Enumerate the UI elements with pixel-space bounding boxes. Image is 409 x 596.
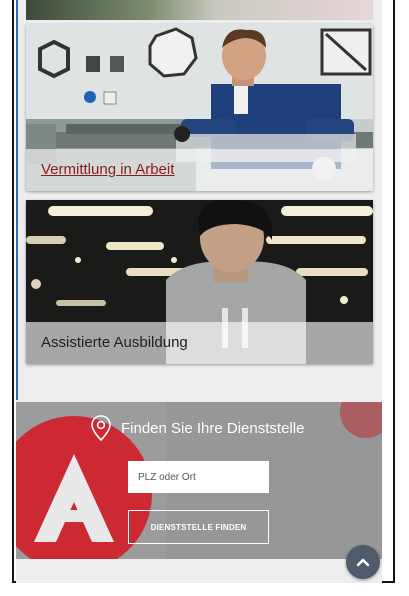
plz-input[interactable] (128, 461, 269, 493)
dienststelle-finder: Finden Sie Ihre Dienststelle DIENSTSTELL… (16, 402, 382, 559)
accent-line (16, 0, 18, 400)
previous-card-image (26, 0, 373, 20)
card-title: Assistierte Ausbildung (41, 334, 188, 351)
card-title-link[interactable]: Vermittlung in Arbeit (41, 161, 174, 178)
finder-title: Finden Sie Ihre Dienststelle (121, 419, 305, 437)
card-assistierte-ausbildung[interactable]: Assistierte Ausbildung (26, 200, 373, 364)
map-pin-icon (91, 415, 111, 441)
card-vermittlung-in-arbeit[interactable]: Vermittlung in Arbeit (26, 24, 373, 191)
back-to-top-button[interactable] (346, 545, 380, 579)
browser-frame: Vermittlung in Arbeit Assistierte Ausbil… (12, 0, 395, 583)
find-dienststelle-button[interactable]: DIENSTSTELLE FINDEN (128, 510, 269, 544)
page-content: Vermittlung in Arbeit Assistierte Ausbil… (16, 0, 382, 583)
chevron-up-icon (356, 558, 370, 567)
finder-header: Finden Sie Ihre Dienststelle (90, 415, 304, 441)
